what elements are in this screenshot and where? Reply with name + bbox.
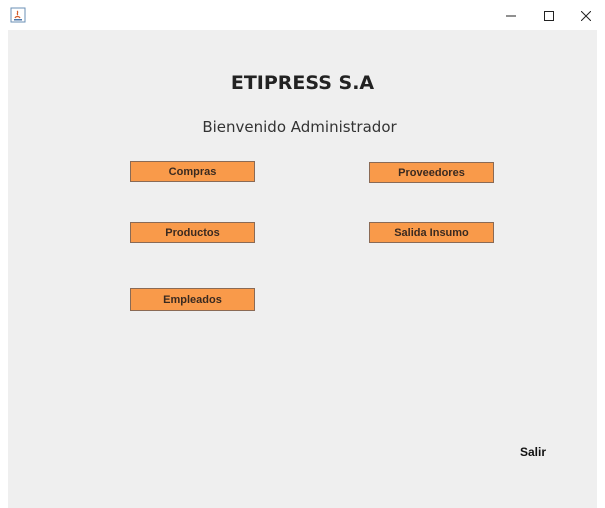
close-icon [580, 6, 592, 25]
maximize-button[interactable] [530, 0, 568, 30]
main-panel: ETIPRESS S.A Bienvenido Administrador Co… [8, 30, 597, 508]
welcome-message: Bienvenido Administrador [202, 118, 397, 136]
company-title: ETIPRESS S.A [230, 72, 375, 94]
app-window: ETIPRESS S.A Bienvenido Administrador Co… [0, 0, 605, 508]
salida-insumo-button[interactable]: Salida Insumo [369, 222, 494, 243]
productos-button[interactable]: Productos [130, 222, 255, 243]
compras-button[interactable]: Compras [130, 161, 255, 182]
proveedores-button[interactable]: Proveedores [369, 162, 494, 183]
exit-button[interactable]: Salir [513, 443, 553, 461]
maximize-icon [544, 6, 554, 25]
minimize-button[interactable] [492, 0, 530, 30]
window-titlebar[interactable] [0, 0, 605, 30]
empleados-button[interactable]: Empleados [130, 288, 255, 311]
close-button[interactable] [567, 0, 605, 30]
java-app-icon [10, 7, 26, 23]
minimize-icon [506, 6, 516, 25]
